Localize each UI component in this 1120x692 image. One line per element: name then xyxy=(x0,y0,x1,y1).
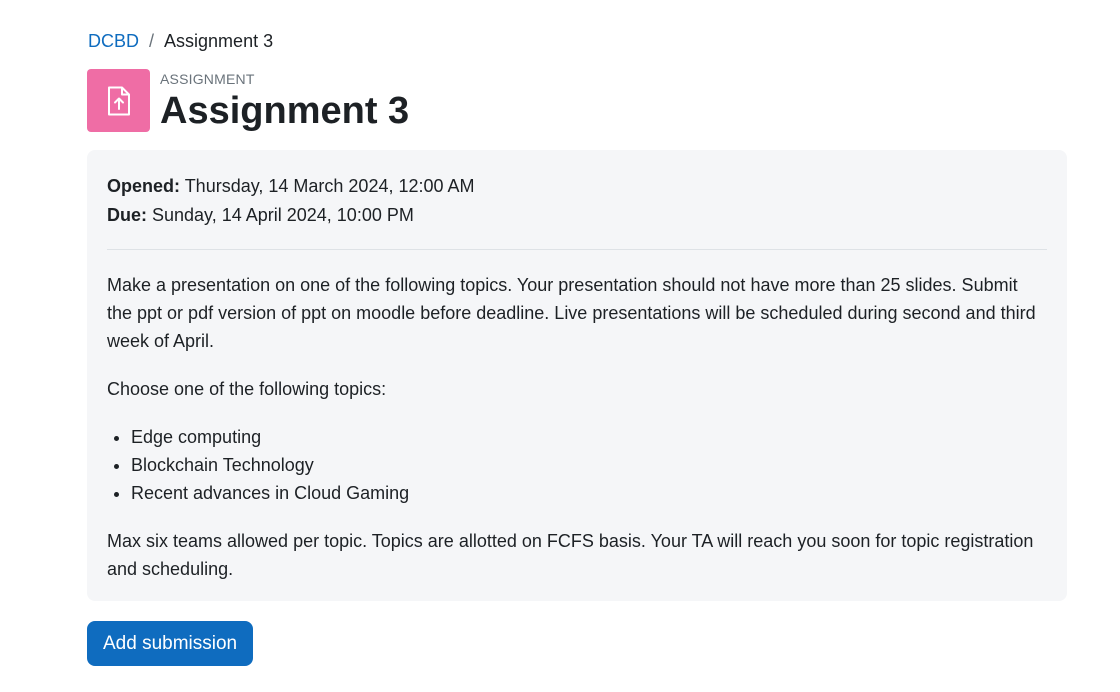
due-date: Due: Sunday, 14 April 2024, 10:00 PM xyxy=(107,201,1047,230)
page-header: ASSIGNMENT Assignment 3 xyxy=(87,69,409,134)
add-submission-button[interactable]: Add submission xyxy=(87,621,254,666)
list-item: Edge computing xyxy=(131,423,1047,451)
divider xyxy=(107,249,1047,250)
description-note: Max six teams allowed per topic. Topics … xyxy=(107,531,1034,579)
page-title: Assignment 3 xyxy=(160,90,410,132)
activity-type-label: ASSIGNMENT xyxy=(160,71,255,87)
list-item: Blockchain Technology xyxy=(131,451,1047,479)
breadcrumb-current: Assignment 3 xyxy=(164,31,274,51)
opened-date: Opened: Thursday, 14 March 2024, 12:00 A… xyxy=(107,172,1047,201)
activity-dates: Opened: Thursday, 14 March 2024, 12:00 A… xyxy=(107,172,1047,230)
list-item: Recent advances in Cloud Gaming xyxy=(131,479,1047,507)
topic-list: Edge computing Blockchain Technology Rec… xyxy=(107,423,1047,507)
due-value: Sunday, 14 April 2024, 10:00 PM xyxy=(147,205,414,225)
assignment-description: Make a presentation on one of the follow… xyxy=(107,271,1047,583)
assignment-page: DCBD / Assignment 3 ASSIGNMENT Assignmen… xyxy=(0,0,1120,692)
file-upload-icon-svg xyxy=(107,86,130,115)
due-label: Due: xyxy=(107,205,147,225)
breadcrumb: DCBD / Assignment 3 xyxy=(88,29,273,53)
breadcrumb-course-link[interactable]: DCBD xyxy=(88,29,139,53)
description-intro: Make a presentation on one of the follow… xyxy=(107,275,1036,351)
file-upload-icon xyxy=(87,69,150,132)
breadcrumb-separator: / xyxy=(149,31,155,51)
opened-label: Opened: xyxy=(107,176,181,196)
opened-value: Thursday, 14 March 2024, 12:00 AM xyxy=(180,176,475,196)
assignment-info-box: Opened: Thursday, 14 March 2024, 12:00 A… xyxy=(87,150,1067,601)
description-choose: Choose one of the following topics: xyxy=(107,379,387,399)
header-text: ASSIGNMENT Assignment 3 xyxy=(160,69,409,134)
